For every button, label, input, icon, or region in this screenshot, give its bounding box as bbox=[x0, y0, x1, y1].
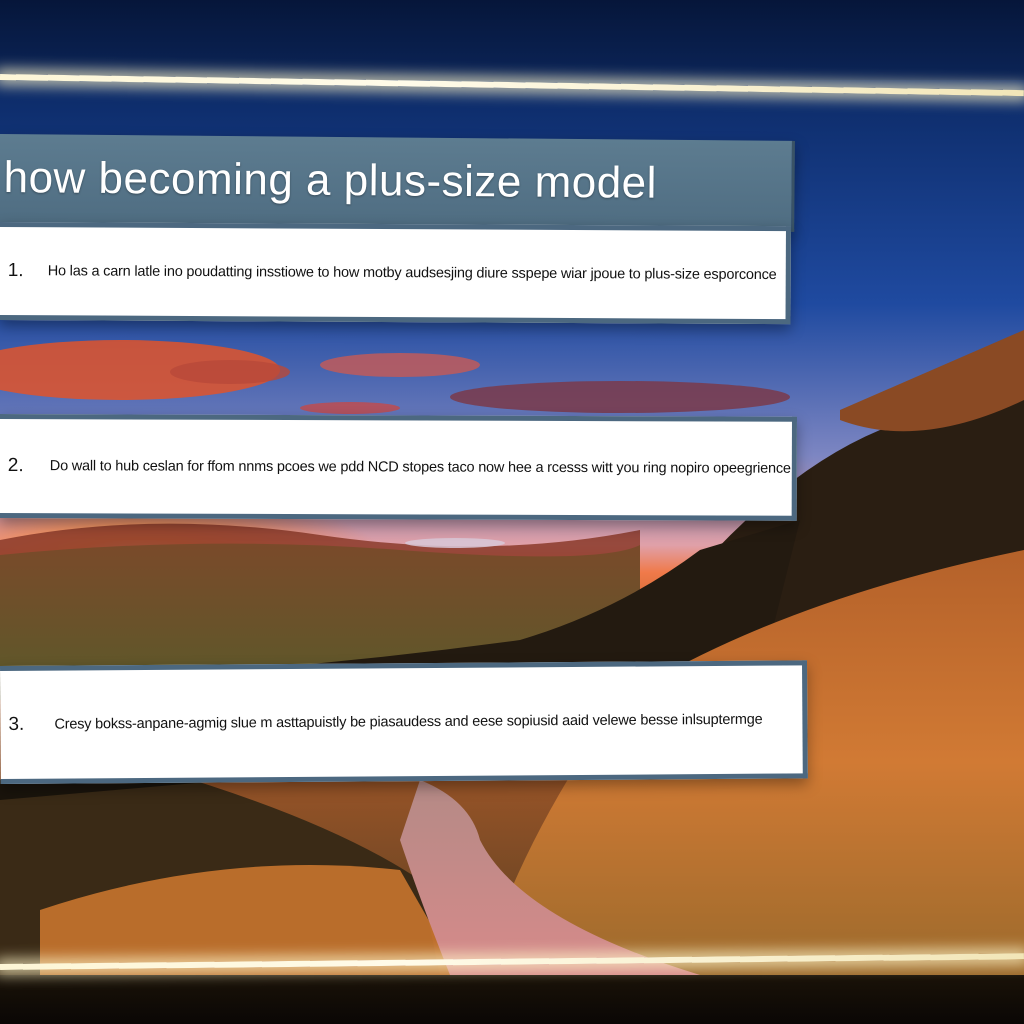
step-card-1: 1. Ho las a carn latle ino poudatting in… bbox=[0, 222, 791, 325]
step-text: Cresy bokss-anpane-agmig slue m asttapui… bbox=[54, 711, 763, 733]
step-card-3: 3. Cresy bokss-anpane-agmig slue m astta… bbox=[0, 660, 808, 784]
page-title: how becoming a plus-size model bbox=[3, 153, 658, 208]
screen-frame-bottom bbox=[0, 975, 1024, 1024]
title-banner: how becoming a plus-size model bbox=[0, 134, 795, 232]
step-number: 3. bbox=[8, 713, 25, 735]
screen-frame-top bbox=[0, 0, 1024, 80]
step-text: Ho las a carn latle ino poudatting insst… bbox=[47, 263, 777, 284]
step-number: 2. bbox=[7, 455, 24, 477]
presentation-screen: how becoming a plus-size model 1. Ho las… bbox=[0, 0, 1024, 1024]
step-number: 1. bbox=[7, 260, 24, 282]
step-card-2: 2. Do wall to hub ceslan for ffom nnms p… bbox=[0, 414, 797, 521]
step-text: Do wall to hub ceslan for ffom nnms pcoe… bbox=[49, 458, 791, 477]
